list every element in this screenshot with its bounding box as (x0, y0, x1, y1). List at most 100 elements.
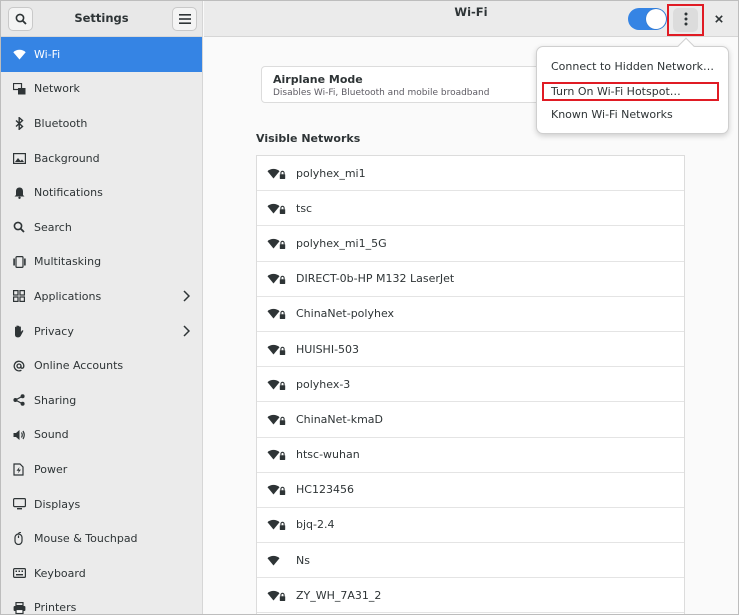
keyboard-icon (12, 566, 26, 580)
sidebar-item-applications[interactable]: Applications (1, 279, 202, 314)
wifi-secure-icon (267, 236, 287, 250)
wifi-secure-icon (267, 272, 287, 286)
sidebar-item-label: Search (34, 220, 72, 234)
network-row[interactable]: htsc-wuhan (257, 438, 684, 473)
bell-icon (12, 186, 26, 200)
main-menu-button[interactable] (172, 7, 197, 31)
network-name: htsc-wuhan (296, 448, 360, 462)
visible-networks-heading: Visible Networks (256, 132, 361, 145)
panel-header: Wi-Fi (204, 1, 738, 37)
wifi-secure-icon (267, 412, 287, 426)
network-row[interactable]: polyhex-3 (257, 367, 684, 403)
sidebar-item-online-accounts[interactable]: Online Accounts (1, 348, 202, 383)
sidebar-item-label: Mouse & Touchpad (34, 532, 138, 546)
network-name: ChinaNet-polyhex (296, 307, 395, 321)
wifi-icon (267, 553, 287, 567)
network-name: polyhex-3 (296, 377, 351, 391)
network-row[interactable]: polyhex_mi1_5G (257, 226, 684, 262)
sidebar-item-label: Applications (34, 289, 102, 303)
chevron-right-icon (183, 325, 191, 340)
network-name: DIRECT-0b-HP M132 LaserJet (296, 272, 455, 286)
sidebar-item-label: Power (34, 462, 68, 476)
toggle-knob (646, 9, 666, 29)
sidebar-item-label: Bluetooth (34, 116, 88, 130)
menu-item-wifi-hotspot[interactable]: Turn On Wi-Fi Hotspot… (542, 82, 719, 101)
wifi-icon (12, 47, 26, 61)
network-icon (12, 82, 26, 96)
network-row[interactable]: Ns (257, 543, 684, 579)
menu-item-known-networks[interactable]: Known Wi-Fi Networks (551, 108, 673, 121)
network-row[interactable]: HC123456 (257, 473, 684, 508)
network-row[interactable]: tsc (257, 191, 684, 227)
hand-icon (12, 324, 26, 338)
sidebar-item-label: Network (34, 82, 80, 96)
background-icon (12, 151, 26, 165)
close-button[interactable] (710, 10, 728, 28)
search-icon (12, 220, 26, 234)
sidebar-item-sound[interactable]: Sound (1, 418, 202, 453)
sidebar-item-label: Sharing (34, 393, 77, 407)
wifi-secure-icon (267, 448, 287, 462)
sidebar-item-printers[interactable]: Printers (1, 591, 202, 615)
wifi-secure-icon (267, 518, 287, 532)
network-row[interactable]: polyhex_mi1 (257, 156, 684, 192)
sidebar-item-power[interactable]: Power (1, 452, 202, 487)
sidebar-item-label: Multitasking (34, 255, 102, 269)
sidebar-item-label: Sound (34, 428, 69, 442)
sidebar-item-bluetooth[interactable]: Bluetooth (1, 106, 202, 141)
sidebar-item-label: Keyboard (34, 566, 86, 580)
sidebar-list: Wi-Fi Network Bluetooth Background Notif… (1, 37, 202, 615)
menu-item-connect-hidden[interactable]: Connect to Hidden Network… (551, 60, 714, 73)
sidebar-item-wifi[interactable]: Wi-Fi (1, 37, 202, 72)
display-icon (12, 497, 26, 511)
wifi-menu-button-face (673, 8, 698, 32)
network-name: tsc (296, 201, 313, 215)
wifi-menu-button[interactable] (667, 4, 704, 36)
sidebar-item-displays[interactable]: Displays (1, 487, 202, 522)
network-name: HC123456 (296, 483, 354, 497)
network-name: ChinaNet-kmaD (296, 412, 383, 426)
printer-icon (12, 601, 26, 614)
sidebar-item-privacy[interactable]: Privacy (1, 314, 202, 349)
network-row[interactable]: ChinaNet-kmaD (257, 402, 684, 438)
network-row[interactable]: ChinaNet-polyhex (257, 297, 684, 332)
sidebar-item-label: Wi-Fi (34, 47, 61, 61)
sidebar-item-search[interactable]: Search (1, 210, 202, 245)
hamburger-icon (178, 14, 191, 24)
speaker-icon (12, 428, 26, 442)
wifi-secure-icon (267, 483, 287, 497)
sidebar-item-mouse-touchpad[interactable]: Mouse & Touchpad (1, 521, 202, 556)
sidebar-item-network[interactable]: Network (1, 72, 202, 107)
network-name: polyhex_mi1_5G (296, 236, 387, 250)
power-icon (12, 462, 26, 476)
sidebar-item-label: Notifications (34, 186, 103, 200)
wifi-secure-icon (267, 588, 287, 602)
sidebar-item-keyboard[interactable]: Keyboard (1, 556, 202, 591)
vertical-dots-icon (684, 12, 688, 29)
network-row[interactable]: ZY_WH_7A31_2 (257, 578, 684, 614)
sidebar-header: Settings (1, 1, 202, 37)
network-name: ZY_WH_7A31_2 (296, 588, 382, 602)
mouse-icon (12, 532, 26, 546)
sidebar-item-background[interactable]: Background (1, 141, 202, 176)
network-name: Ns (296, 553, 310, 567)
sidebar-item-label: Privacy (34, 324, 74, 338)
sidebar-item-label: Printers (34, 601, 77, 615)
wifi-toggle[interactable] (628, 8, 667, 30)
multitasking-icon (12, 255, 26, 269)
network-row[interactable]: bjq-2.4 (257, 508, 684, 544)
network-list: polyhex_mi1tsc polyhex_mi1_5G DIRECT-0b-HP… (256, 155, 685, 614)
sidebar-item-sharing[interactable]: Sharing (1, 383, 202, 418)
wifi-secure-icon (267, 342, 287, 356)
sidebar-item-notifications[interactable]: Notifications (1, 175, 202, 210)
wifi-secure-icon (267, 377, 287, 391)
at-icon (12, 359, 26, 373)
wifi-secure-icon (267, 166, 287, 180)
sidebar-item-multitasking[interactable]: Multitasking (1, 245, 202, 280)
wifi-secure-icon (267, 201, 287, 215)
share-icon (12, 393, 26, 407)
network-row[interactable]: HUISHI-503 (257, 332, 684, 368)
network-name: polyhex_mi1 (296, 166, 366, 180)
network-row[interactable]: DIRECT-0b-HP M132 LaserJet (257, 262, 684, 297)
chevron-right-icon (183, 290, 191, 305)
